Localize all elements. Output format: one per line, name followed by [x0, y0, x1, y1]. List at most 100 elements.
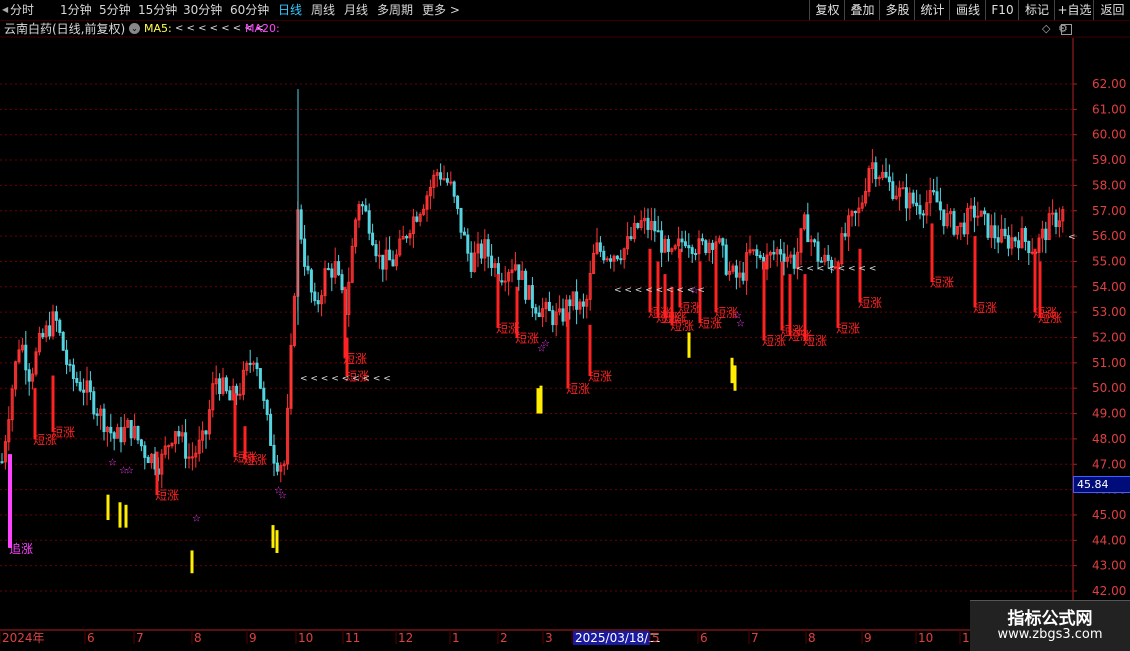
candle-body	[503, 280, 507, 283]
signal-bar	[973, 236, 977, 308]
signal-label: 短涨	[678, 300, 702, 315]
candle-body	[452, 181, 456, 197]
candle-body	[1006, 235, 1010, 249]
signal-label: 短涨	[973, 300, 997, 315]
candle-body	[303, 238, 307, 267]
candle-body	[942, 209, 946, 227]
candle-body	[381, 254, 385, 270]
yellow-bar	[118, 502, 122, 528]
candle-body	[177, 431, 181, 437]
y-tick-label: 55.00	[1092, 254, 1126, 268]
candle-body	[904, 187, 908, 209]
signal-bar	[803, 274, 807, 341]
candle-body	[112, 432, 116, 439]
candle-body	[887, 176, 891, 183]
signal-label: 短涨	[588, 369, 612, 384]
signal-bar	[515, 286, 519, 338]
candle-body	[853, 210, 857, 214]
candle-body	[58, 319, 62, 333]
candle-body	[996, 237, 1000, 243]
candle-body	[340, 274, 344, 291]
y-tick-label: 57.00	[1092, 204, 1126, 218]
candle-body	[911, 192, 915, 204]
x-tick-label: 12	[398, 631, 413, 645]
candle-body	[568, 299, 572, 307]
candle-body	[449, 181, 453, 184]
x-tick-label: 1	[452, 631, 460, 645]
candle-body	[129, 420, 133, 439]
candle-body	[190, 456, 194, 459]
candle-body	[1023, 228, 1027, 242]
candle-body	[377, 254, 381, 257]
x-tick-label: 7	[136, 631, 144, 645]
candle-body	[456, 195, 460, 209]
signal-label: 短涨	[930, 275, 954, 290]
candle-body	[581, 301, 585, 307]
candle-body	[680, 238, 684, 243]
star-marker: ☆	[278, 491, 287, 502]
candle-body	[486, 239, 490, 257]
candle-body	[517, 264, 521, 280]
candle-body	[41, 332, 45, 338]
candle-body	[306, 265, 310, 271]
ma-arrow-group: < < < < < < < < <	[614, 285, 705, 295]
candle-body	[258, 368, 262, 389]
candle-body	[694, 253, 698, 256]
candle-body	[265, 399, 269, 415]
candle-body	[330, 268, 334, 278]
candle-body	[143, 445, 147, 458]
candle-body	[653, 221, 657, 232]
candle-body	[479, 243, 483, 259]
yellow-bar	[190, 550, 194, 574]
candle-body	[530, 285, 534, 309]
signal-label: 短涨	[670, 318, 694, 333]
y-tick-label: 50.00	[1092, 381, 1126, 395]
candle-body	[88, 380, 92, 393]
candle-body	[656, 230, 660, 233]
signal-bar	[566, 312, 570, 389]
candle-body	[61, 331, 65, 351]
candle-body	[683, 241, 687, 247]
candle-body	[700, 238, 704, 242]
candle-body	[442, 178, 446, 181]
signal-bar	[858, 248, 862, 303]
candle-body	[605, 258, 609, 261]
yellow-bar	[536, 388, 540, 414]
candle-body	[792, 254, 796, 269]
yellow-bar	[539, 385, 543, 414]
candle-body	[405, 236, 409, 239]
candle-body	[806, 214, 810, 243]
y-tick-label: 43.00	[1092, 559, 1126, 573]
candle-body	[316, 300, 320, 305]
chase-bar	[8, 454, 12, 548]
candle-body	[167, 445, 171, 448]
candle-body	[184, 432, 188, 459]
candle-body	[690, 247, 694, 255]
signal-bar	[33, 388, 37, 439]
y-tick-label: 54.00	[1092, 280, 1126, 294]
candle-body	[415, 216, 419, 222]
watermark-title: 指标公式网	[1007, 609, 1093, 629]
signal-label: 短涨	[243, 452, 267, 467]
yellow-bar	[687, 332, 691, 358]
x-tick-label: 10	[918, 631, 933, 645]
y-tick-label: 62.00	[1092, 77, 1126, 91]
candle-body	[918, 205, 922, 215]
price-box: 45.84	[1073, 476, 1130, 493]
x-tick-label: 7	[751, 631, 759, 645]
candle-body	[139, 439, 143, 447]
candle-body	[561, 308, 565, 322]
candle-body	[1003, 228, 1007, 237]
candle-body	[255, 362, 259, 370]
candle-body	[884, 171, 888, 178]
signal-bar	[496, 274, 500, 328]
candle-body	[275, 462, 279, 472]
signal-label: 短涨	[155, 488, 179, 503]
candle-body	[901, 187, 905, 190]
candle-body	[972, 205, 976, 218]
watermark: 指标公式网 www.zbgs3.com	[970, 600, 1130, 651]
yellow-bar	[733, 365, 737, 391]
signal-label: 短涨	[566, 381, 590, 396]
x-tick-label: 5	[652, 631, 660, 645]
yellow-bar	[730, 357, 734, 384]
